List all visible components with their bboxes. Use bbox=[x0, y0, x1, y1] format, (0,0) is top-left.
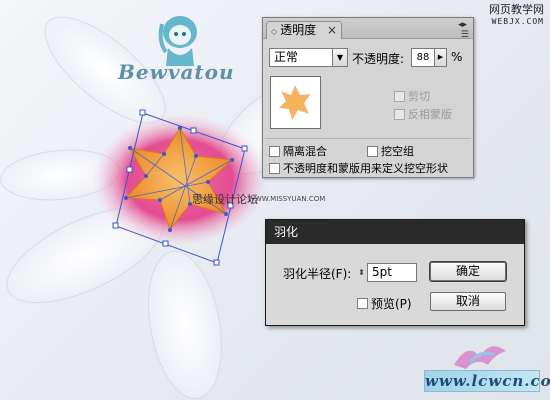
feather-radius-label: 羽化半径(F): bbox=[283, 267, 352, 281]
blend-mode-select[interactable]: 正常 ▼ bbox=[269, 48, 348, 67]
preview-label: 预览(P) bbox=[371, 297, 412, 311]
bird-logo-icon bbox=[454, 346, 506, 369]
tab-label: 透明度 bbox=[280, 23, 317, 37]
artwork-thumbnail[interactable] bbox=[270, 76, 321, 129]
clip-label: 剪切 bbox=[408, 90, 430, 103]
invert-mask-label: 反相蒙版 bbox=[408, 108, 452, 121]
define-knockout-option[interactable]: 不透明度和蒙版用来定义挖空形状 bbox=[269, 160, 448, 176]
site-name: 网页教学网 bbox=[489, 3, 544, 16]
knockout-group-checkbox[interactable] bbox=[367, 145, 378, 157]
feather-radius-input[interactable]: 5pt bbox=[367, 263, 417, 282]
opacity-label: 不透明度: bbox=[352, 52, 405, 66]
stepper-arrows-icon[interactable]: ⬍ bbox=[357, 264, 366, 281]
invert-mask-option[interactable]: 反相蒙版 bbox=[394, 106, 452, 122]
site-url: WEBJX.COM bbox=[491, 17, 544, 26]
feather-dialog: 羽化 羽化半径(F): ⬍ 5pt 预览(P) 确定 取消 bbox=[265, 219, 525, 326]
watermark-en: WWW.MISSYUAN.COM bbox=[248, 195, 326, 203]
preview-checkbox[interactable] bbox=[357, 298, 368, 309]
knockout-group-label: 挖空组 bbox=[381, 145, 414, 158]
opacity-input[interactable]: 88 bbox=[411, 48, 435, 67]
cancel-button[interactable]: 取消 bbox=[430, 292, 506, 311]
close-icon[interactable]: × bbox=[327, 22, 337, 38]
chevron-down-icon[interactable]: ▼ bbox=[332, 49, 347, 66]
invert-mask-checkbox[interactable] bbox=[394, 108, 405, 120]
collapse-icon[interactable]: ◂▸ bbox=[458, 20, 467, 30]
ok-button[interactable]: 确定 bbox=[429, 261, 507, 282]
site-logo-bottom: www.lcwcn.com bbox=[424, 370, 550, 392]
star-thumbnail-icon bbox=[279, 85, 311, 120]
transparency-panel: ◇ 透明度 × ◂▸ ☰ 正常 ▼ 不透明度: 88 ▶ % 剪切 反相蒙版 隔离… bbox=[262, 17, 474, 178]
isolate-blending-label: 隔离混合 bbox=[283, 145, 327, 158]
divider bbox=[265, 138, 471, 139]
tab-transparency[interactable]: ◇ 透明度 × bbox=[266, 21, 342, 39]
clip-checkbox[interactable] bbox=[394, 90, 405, 102]
panel-titlebar[interactable]: ◇ 透明度 × ◂▸ ☰ bbox=[263, 18, 473, 40]
panel-menu-icon[interactable]: ☰ bbox=[461, 30, 469, 40]
opacity-unit: % bbox=[451, 50, 463, 64]
blend-mode-value: 正常 bbox=[274, 50, 299, 64]
tab-grip-icon: ◇ bbox=[271, 27, 278, 36]
isolate-blending-option[interactable]: 隔离混合 bbox=[269, 143, 327, 159]
isolate-blending-checkbox[interactable] bbox=[269, 145, 280, 157]
define-knockout-label: 不透明度和蒙版用来定义挖空形状 bbox=[283, 162, 448, 175]
logo-text: Bewvatou bbox=[118, 60, 235, 84]
site-watermark-top: 网页教学网 WEBJX.COM bbox=[489, 4, 544, 28]
preview-option[interactable]: 预览(P) bbox=[357, 295, 412, 312]
knockout-group-option[interactable]: 挖空组 bbox=[367, 143, 414, 159]
dialog-title[interactable]: 羽化 bbox=[266, 220, 524, 244]
define-knockout-checkbox[interactable] bbox=[269, 162, 280, 174]
clip-option[interactable]: 剪切 bbox=[394, 88, 430, 104]
opacity-slider-arrow-icon[interactable]: ▶ bbox=[435, 48, 447, 67]
